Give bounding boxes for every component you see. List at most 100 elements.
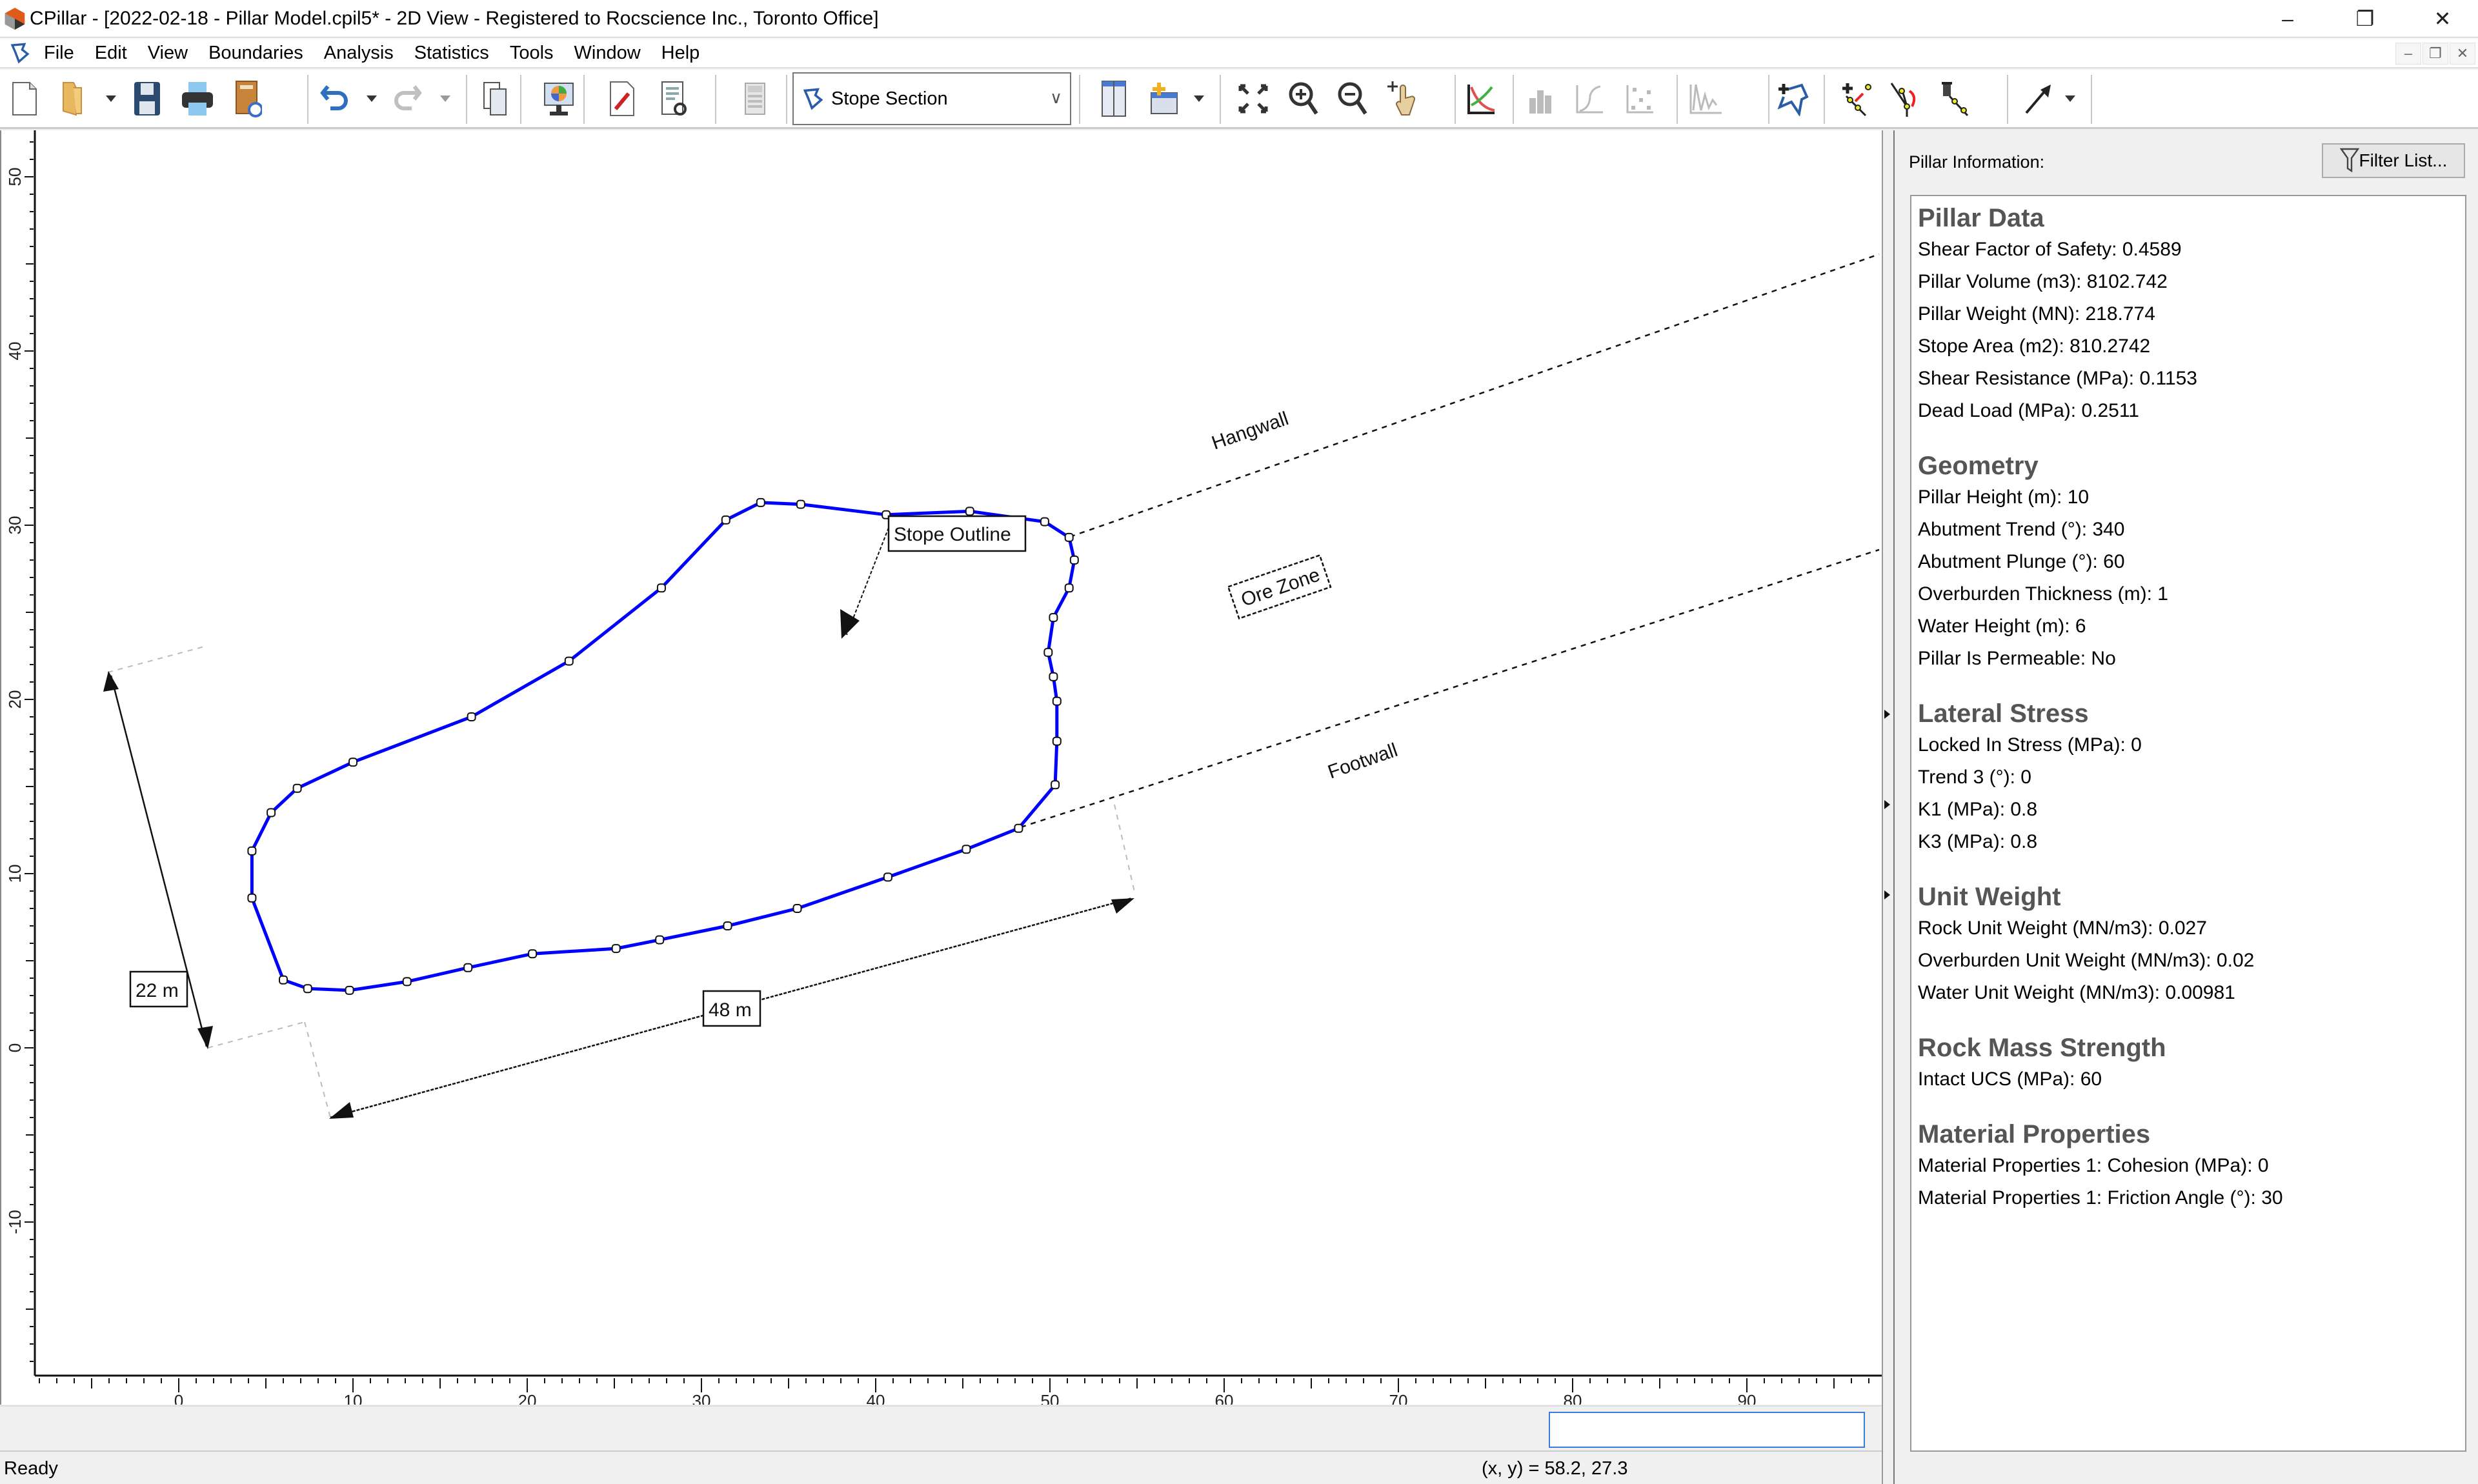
zoom-out-button[interactable] <box>1332 77 1373 120</box>
add-view-button[interactable] <box>1143 77 1185 120</box>
display-options-button[interactable] <box>538 77 579 120</box>
scatter-plot-button[interactable] <box>1620 77 1661 120</box>
stope-vertex-handle[interactable] <box>348 757 358 767</box>
stope-vertex-handle[interactable] <box>467 712 476 721</box>
stope-vertex-handle[interactable] <box>1052 696 1062 706</box>
menu-window[interactable]: Window <box>564 43 651 64</box>
stope-vertex-handle[interactable] <box>402 977 412 987</box>
menu-edit[interactable]: Edit <box>85 43 137 64</box>
menu-analysis[interactable]: Analysis <box>314 43 404 64</box>
stope-vertex-handle[interactable] <box>656 583 666 593</box>
stope-vertex-handle[interactable] <box>1049 672 1058 681</box>
footwall-line[interactable] <box>1020 548 1880 828</box>
undo-dropdown-arrow[interactable] <box>367 95 377 102</box>
stope-vertex-handle[interactable] <box>564 656 574 666</box>
stope-vertex-handle[interactable] <box>1040 517 1049 526</box>
sensitivity-plot-button[interactable] <box>1461 77 1502 120</box>
view-selector-dropdown[interactable]: Stope Section ∨ <box>792 72 1071 125</box>
filter-list-button[interactable]: Filter List... <box>2322 143 2465 178</box>
arrow-tool-button[interactable] <box>2019 77 2060 120</box>
pan-button[interactable] <box>1382 77 1424 120</box>
close-button[interactable]: ✕ <box>2407 0 2478 37</box>
stope-vertex-handle[interactable] <box>463 963 473 972</box>
stope-vertex-handle[interactable] <box>279 975 288 985</box>
command-input[interactable] <box>1549 1412 1865 1448</box>
stope-vertex-handle[interactable] <box>611 944 621 954</box>
convergence-plot-button[interactable] <box>1686 77 1727 120</box>
stope-vertex-handle[interactable] <box>1043 648 1053 657</box>
stope-vertex-handle[interactable] <box>247 846 257 856</box>
menu-tools[interactable]: Tools <box>499 43 564 64</box>
delete-vertex-button[interactable] <box>1936 77 1977 120</box>
stope-vertex-handle[interactable] <box>1069 556 1079 565</box>
move-vertex-button[interactable] <box>1886 77 1927 120</box>
arrowhead-icon <box>840 609 860 639</box>
mdi-restore-button[interactable]: ❐ <box>2423 43 2448 65</box>
open-dropdown-arrow[interactable] <box>106 95 116 102</box>
stope-vertex-handle[interactable] <box>345 985 354 995</box>
stope-vertex-handle[interactable] <box>756 497 765 507</box>
x-tick-label: 90 <box>1738 1391 1757 1405</box>
stope-vertex-handle[interactable] <box>1064 583 1074 593</box>
stope-vertex-handle[interactable] <box>796 499 805 509</box>
analysis-settings-button[interactable] <box>653 77 694 120</box>
redo-button[interactable] <box>387 77 428 120</box>
stope-vertex-handle[interactable] <box>721 515 730 525</box>
info-row: Water Height (m): 6 <box>1918 616 2086 637</box>
stope-vertex-handle[interactable] <box>1052 736 1062 746</box>
expand-arrow-icon[interactable] <box>1884 890 1890 899</box>
new-file-button[interactable] <box>4 77 45 120</box>
stope-vertex-handle[interactable] <box>267 808 276 817</box>
stope-vertex-handle[interactable] <box>247 893 257 903</box>
stope-vertex-handle[interactable] <box>292 783 302 793</box>
stope-vertex-handle[interactable] <box>1014 823 1023 833</box>
stope-vertex-handle[interactable] <box>792 904 802 913</box>
restore-button[interactable]: ❐ <box>2330 0 2401 37</box>
print-button[interactable] <box>177 77 218 120</box>
panel-splitter[interactable] <box>1882 130 1895 1484</box>
stope-vertex-handle[interactable] <box>1051 780 1060 790</box>
zoom-all-button[interactable] <box>1233 77 1274 120</box>
arrow-tool-dropdown-arrow[interactable] <box>2065 95 2075 102</box>
menu-statistics[interactable]: Statistics <box>404 43 499 64</box>
zoom-in-button[interactable] <box>1283 77 1324 120</box>
menu-view[interactable]: View <box>137 43 198 64</box>
drawing-canvas[interactable]: 0 10 20 30 40 50 60 70 80 90 -10 0 10 20… <box>0 130 1883 1405</box>
model-view-svg[interactable]: 0 10 20 30 40 50 60 70 80 90 -10 0 10 20… <box>1 130 1883 1405</box>
expand-arrow-icon[interactable] <box>1884 800 1890 809</box>
undo-button[interactable] <box>314 77 355 120</box>
save-button[interactable] <box>126 77 168 120</box>
stope-vertex-handle[interactable] <box>528 949 538 959</box>
section-title: Unit Weight <box>1918 883 2061 911</box>
stope-vertex-handle[interactable] <box>1064 532 1074 542</box>
mdi-close-button[interactable]: ✕ <box>2450 43 2475 65</box>
tile-views-button[interactable] <box>1093 77 1134 120</box>
minimize-button[interactable]: – <box>2252 0 2323 37</box>
stope-vertex-handle[interactable] <box>1049 613 1058 623</box>
add-vertex-button[interactable] <box>1837 77 1878 120</box>
histogram-button[interactable] <box>1520 77 1562 120</box>
stope-outline[interactable] <box>250 501 1076 992</box>
stope-vertex-handle[interactable] <box>883 872 892 882</box>
stope-vertex-handle[interactable] <box>962 845 971 854</box>
expand-arrow-icon[interactable] <box>1884 710 1890 719</box>
stope-vertex-handle[interactable] <box>723 921 732 930</box>
menu-file[interactable]: File <box>34 43 85 64</box>
stope-vertex-handle[interactable] <box>655 935 665 945</box>
calculator-button[interactable] <box>734 77 776 120</box>
copy-button[interactable] <box>475 77 516 120</box>
ore-zone-label-box[interactable]: Ore Zone <box>1227 554 1332 620</box>
cumulative-plot-button[interactable] <box>1569 77 1611 120</box>
export-button[interactable] <box>227 77 268 120</box>
menu-help[interactable]: Help <box>651 43 710 64</box>
hangwall-line[interactable] <box>1069 253 1880 538</box>
redo-dropdown-arrow[interactable] <box>440 95 450 102</box>
menu-boundaries[interactable]: Boundaries <box>198 43 314 64</box>
add-view-dropdown-arrow[interactable] <box>1194 95 1204 102</box>
project-settings-button[interactable] <box>601 77 643 120</box>
add-stope-button[interactable] <box>1772 77 1813 120</box>
mdi-minimize-button[interactable]: – <box>2395 43 2421 65</box>
open-file-button[interactable] <box>53 77 94 120</box>
stope-vertex-handle[interactable] <box>965 506 974 516</box>
stope-vertex-handle[interactable] <box>303 984 312 994</box>
